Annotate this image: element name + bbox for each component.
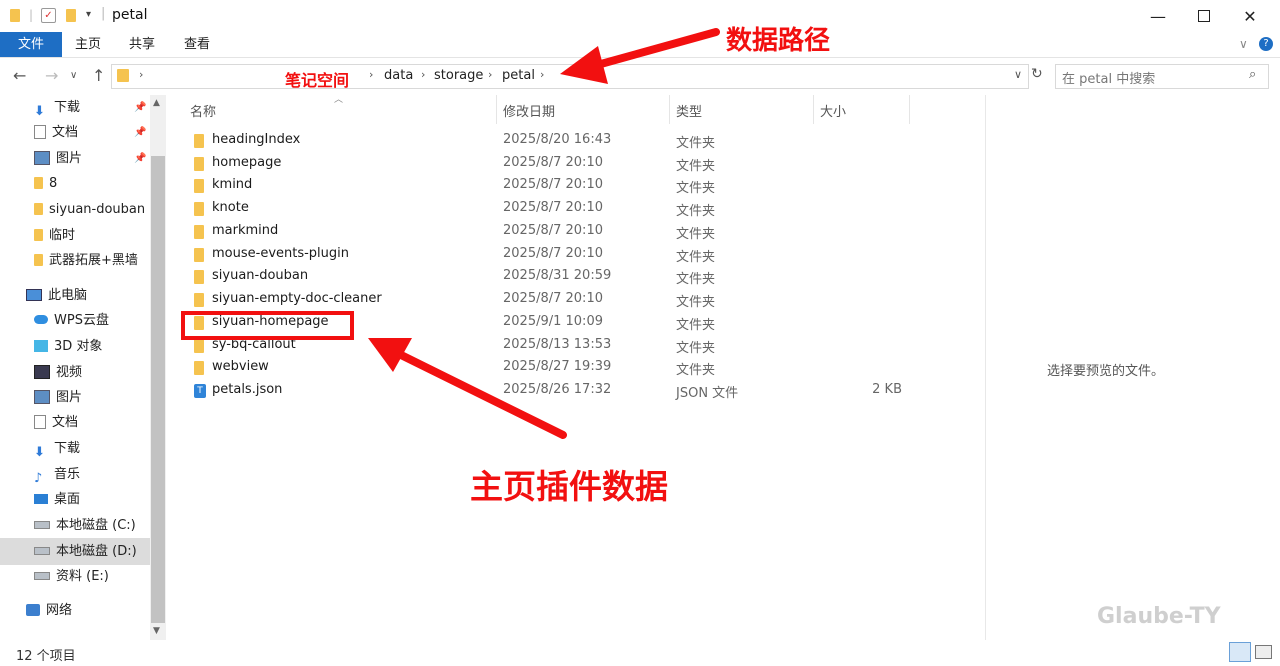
arrow-to-homepage <box>368 338 567 439</box>
annotation-arrows <box>368 28 720 439</box>
arrow-to-path <box>560 28 720 84</box>
